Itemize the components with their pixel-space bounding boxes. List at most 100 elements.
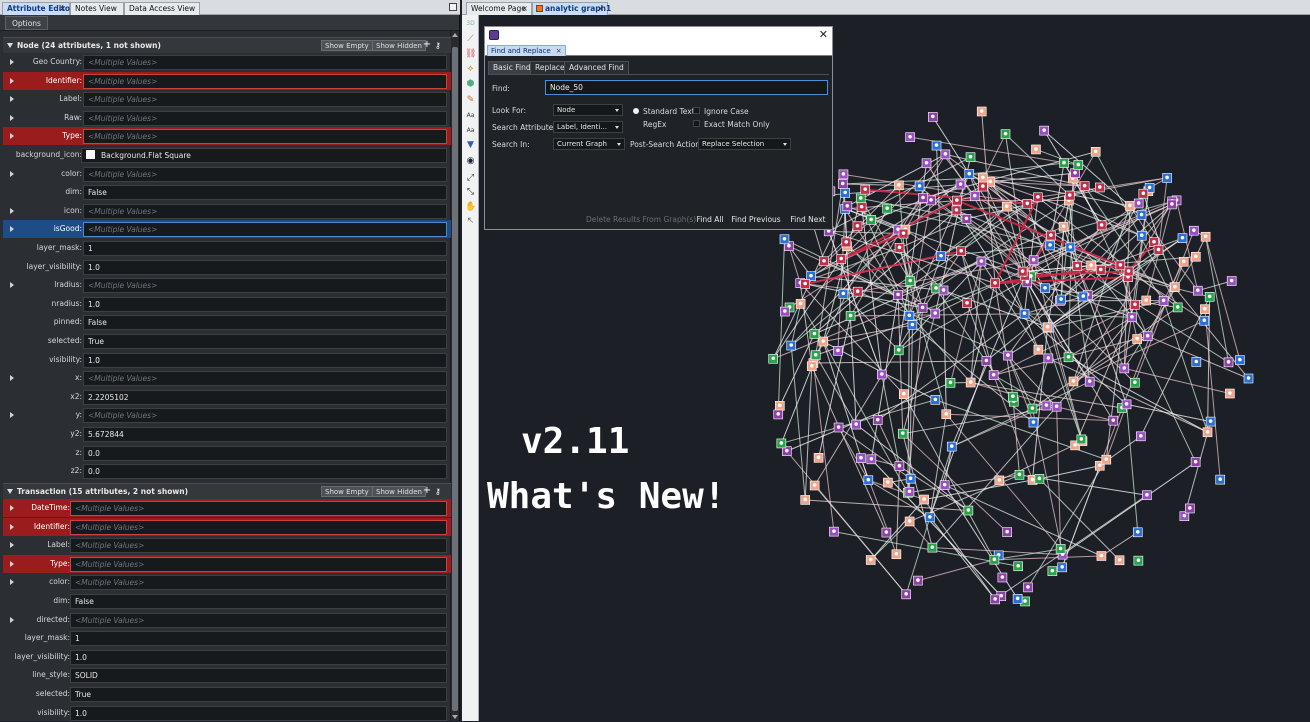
attribute-row[interactable]: Label:<Multiple Values>: [3, 536, 451, 554]
attribute-value[interactable]: 1.0: [83, 353, 447, 368]
attribute-value[interactable]: <Multiple Values>: [83, 278, 447, 293]
expand-icon[interactable]: [10, 78, 14, 84]
attribute-value[interactable]: <Multiple Values>: [70, 520, 447, 535]
attribute-value[interactable]: True: [70, 687, 447, 702]
post-search-action-select[interactable]: Replace Selection: [698, 138, 791, 150]
expand-icon[interactable]: [10, 96, 14, 102]
attribute-row[interactable]: y:<Multiple Values>: [3, 406, 451, 424]
attribute-row[interactable]: line_style:SOLID: [3, 666, 451, 684]
show-empty-button[interactable]: Show Empty: [321, 486, 373, 497]
expand-icon[interactable]: [10, 171, 14, 177]
close-icon[interactable]: ×: [556, 46, 562, 56]
collapse-icon[interactable]: [7, 489, 13, 494]
find-previous-button[interactable]: Find Previous: [731, 214, 781, 227]
attribute-value[interactable]: <Multiple Values>: [70, 575, 447, 590]
expand-icon[interactable]: [10, 208, 14, 214]
attribute-value[interactable]: <Multiple Values>: [83, 55, 447, 70]
expand-icon[interactable]: [10, 524, 14, 530]
attribute-row[interactable]: dim:False: [3, 183, 451, 201]
attribute-value[interactable]: 0.0: [83, 446, 447, 461]
pointer-icon[interactable]: ↖: [465, 216, 476, 227]
find-input[interactable]: Node_50: [545, 80, 828, 95]
attribute-value[interactable]: 1.0: [83, 297, 447, 312]
attribute-row[interactable]: y2:5.672844: [3, 425, 451, 443]
attribute-value[interactable]: False: [70, 594, 447, 609]
close-icon[interactable]: ×: [59, 3, 66, 15]
attribute-value[interactable]: True: [83, 334, 447, 349]
collapse-icon[interactable]: [7, 43, 13, 48]
ignore-case-checkbox[interactable]: [693, 107, 700, 114]
expand-icon[interactable]: [10, 375, 14, 381]
attribute-value[interactable]: <Multiple Values>: [83, 371, 447, 386]
attribute-value[interactable]: 2.2205102: [83, 390, 447, 405]
attribute-value[interactable]: 1.0: [70, 706, 447, 721]
expand-icon[interactable]: [10, 542, 14, 548]
attribute-value[interactable]: <Multiple Values>: [83, 408, 447, 423]
attribute-value[interactable]: 1: [83, 241, 447, 256]
show-empty-button[interactable]: Show Empty: [321, 40, 373, 51]
attribute-value[interactable]: 1.0: [70, 650, 447, 665]
attribute-value[interactable]: <Multiple Values>: [83, 204, 447, 219]
delete-results-button[interactable]: Delete Results From Graph(s): [586, 214, 690, 227]
attribute-value[interactable]: 1: [70, 631, 447, 646]
tab-data-access-view[interactable]: Data Access View: [124, 2, 200, 15]
attribute-row[interactable]: layer_visibility:1.0: [3, 258, 451, 276]
scroll-thumb[interactable]: [452, 47, 458, 711]
expand-icon[interactable]: [10, 226, 14, 232]
tab-notes-view[interactable]: Notes View: [70, 2, 124, 15]
attribute-row[interactable]: layer_mask:1: [3, 239, 451, 257]
close-icon[interactable]: ×: [597, 3, 604, 15]
tab-attribute-editor[interactable]: Attribute Editor ×: [2, 2, 70, 15]
show-hidden-button[interactable]: Show Hidden: [372, 486, 426, 497]
attribute-row[interactable]: selected:True: [3, 332, 451, 350]
add-attribute-icon[interactable]: +: [422, 486, 432, 497]
key-icon[interactable]: ⚷: [435, 41, 447, 50]
attribute-row[interactable]: z2:0.0: [3, 462, 451, 480]
attribute-row[interactable]: Type:<Multiple Values>: [3, 127, 451, 145]
attribute-row[interactable]: x:<Multiple Values>: [3, 369, 451, 387]
tab-analytic-graph1[interactable]: analytic graph1 ×: [532, 2, 608, 15]
attribute-value[interactable]: SOLID: [70, 668, 447, 683]
options-button[interactable]: Options: [5, 16, 48, 30]
scroll-up-icon[interactable]: [452, 33, 458, 37]
hand-icon[interactable]: ✋: [465, 202, 476, 213]
attribute-row[interactable]: visibility:1.0: [3, 351, 451, 369]
color-swatch[interactable]: [86, 150, 95, 159]
expand-icon[interactable]: [10, 115, 14, 121]
attribute-row[interactable]: pinned:False: [3, 313, 451, 331]
attribute-value[interactable]: 1.0: [83, 260, 447, 275]
expand-icon[interactable]: [10, 133, 14, 139]
tab-find-and-replace[interactable]: Find and Replace ×: [487, 45, 566, 56]
node-section-header[interactable]: Node (24 attributes, 1 not shown) Show E…: [3, 37, 451, 53]
attribute-row[interactable]: color:<Multiple Values>: [3, 165, 451, 183]
attribute-row[interactable]: icon:<Multiple Values>: [3, 202, 451, 220]
expand-icon[interactable]: [10, 617, 14, 623]
attribute-value[interactable]: 5.672844: [83, 427, 447, 442]
filter-icon[interactable]: ▼: [465, 140, 476, 151]
attribute-row[interactable]: lradius:<Multiple Values>: [3, 276, 451, 294]
expand-icon[interactable]: [10, 579, 14, 585]
attribute-row[interactable]: color:<Multiple Values>: [3, 573, 451, 591]
attribute-value[interactable]: <Multiple Values>: [70, 538, 447, 553]
attribute-value[interactable]: Background.Flat Square: [81, 148, 447, 163]
attribute-value[interactable]: <Multiple Values>: [83, 111, 447, 126]
close-icon[interactable]: ×: [521, 3, 528, 15]
attribute-row[interactable]: DateTime:<Multiple Values>: [3, 499, 451, 517]
look-for-select[interactable]: Node: [553, 104, 623, 116]
scroll-down-icon[interactable]: [452, 715, 458, 719]
attribute-row[interactable]: selected:True: [3, 685, 451, 703]
3d-icon[interactable]: 3D: [465, 18, 476, 29]
search-in-select[interactable]: Current Graph: [553, 138, 625, 150]
attribute-row[interactable]: Identifier:<Multiple Values>: [3, 518, 451, 536]
attribute-row[interactable]: directed:<Multiple Values>: [3, 611, 451, 629]
attribute-row[interactable]: Identifier:<Multiple Values>: [3, 72, 451, 90]
attribute-row[interactable]: layer_visibility:1.0: [3, 648, 451, 666]
attribute-value[interactable]: <Multiple Values>: [70, 501, 447, 516]
attribute-row[interactable]: layer_mask:1: [3, 629, 451, 647]
attribute-row[interactable]: Geo Country:<Multiple Values>: [3, 53, 451, 71]
regex-radio[interactable]: [633, 120, 639, 126]
expand-icon[interactable]: [10, 282, 14, 288]
label-alt-icon[interactable]: Aa: [465, 125, 476, 136]
attribute-value[interactable]: <Multiple Values>: [83, 92, 447, 107]
attribute-row[interactable]: Label:<Multiple Values>: [3, 90, 451, 108]
